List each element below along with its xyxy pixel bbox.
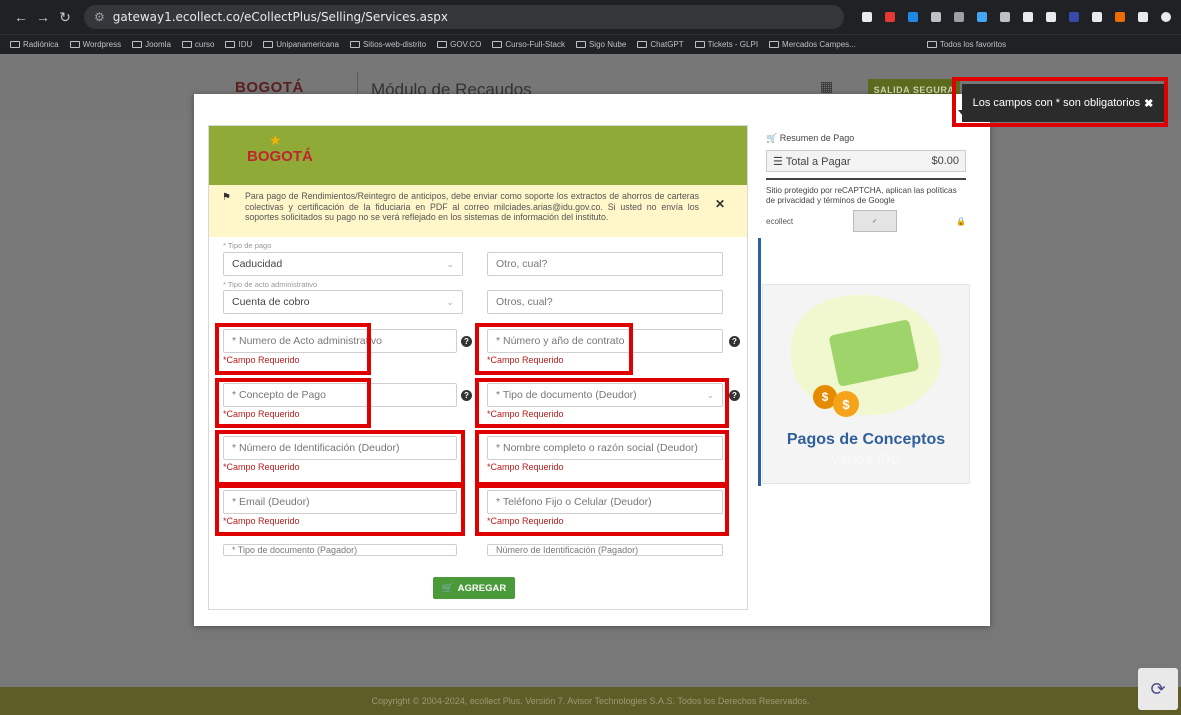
bookmark-item[interactable]: IDU xyxy=(225,40,252,49)
extension-icon[interactable] xyxy=(1092,12,1102,22)
highlight-box xyxy=(475,378,729,428)
footer: Copyright © 2004-2024, ecollect Plus. Ve… xyxy=(0,687,1181,715)
tipo-acto-label: * Tipo de acto administrativo xyxy=(223,280,318,289)
highlight-box xyxy=(215,378,371,428)
extension-icon[interactable] xyxy=(908,12,918,22)
url-text: gateway1.ecollect.co/eCollectPlus/Sellin… xyxy=(112,10,448,24)
bookmarks-bar: Radiónica Wordpress Joomla curso IDU Uni… xyxy=(0,34,1181,54)
otros-cual-input[interactable]: Otros, cual? xyxy=(487,290,723,314)
highlight-box xyxy=(215,323,371,375)
form-header: ★ BOGOTÁ xyxy=(209,126,747,185)
bogota-logo: BOGOTÁ xyxy=(247,148,313,165)
extensions-bar xyxy=(862,12,1171,22)
coin-icon: $ xyxy=(833,391,859,417)
star-icon[interactable] xyxy=(862,12,872,22)
promo-subtitle: varios IDU xyxy=(831,451,901,467)
highlight-box xyxy=(475,430,729,486)
trustwave-badge: ✓ xyxy=(852,210,897,232)
highlight-box xyxy=(952,77,1168,127)
otro-cual-input[interactable]: Otro, cual? xyxy=(487,252,723,276)
bookmark-item[interactable]: Wordpress xyxy=(69,40,121,49)
highlight-box xyxy=(475,323,633,375)
notice-alert: ⚑ Para pago de Rendimientos/Reintegro de… xyxy=(209,185,747,237)
divider xyxy=(766,178,966,180)
tipo-doc-pagador-select[interactable]: * Tipo de documento (Pagador) xyxy=(223,544,457,556)
ecollect-logo: ecollect xyxy=(766,216,794,226)
site-info-icon[interactable]: ⚙ xyxy=(94,10,105,24)
highlight-box xyxy=(475,484,729,536)
bookmark-item[interactable]: Radiónica xyxy=(10,40,59,49)
chevron-down-icon: ⌄ xyxy=(446,258,454,269)
num-id-pagador-input[interactable]: Número de Identificación (Pagador) xyxy=(487,544,723,556)
forward-icon[interactable]: → xyxy=(32,9,54,25)
help-icon[interactable]: ? xyxy=(729,336,740,347)
total-row: ☰ Total a Pagar $0.00 xyxy=(766,150,966,172)
highlight-box xyxy=(215,430,465,486)
total-label: ☰ Total a Pagar xyxy=(773,155,851,168)
close-icon[interactable]: ✕ xyxy=(715,198,725,209)
reload-icon[interactable]: ↻ xyxy=(54,9,76,26)
scrollbar[interactable] xyxy=(758,238,761,486)
bookmark-item[interactable]: curso xyxy=(181,40,214,49)
star-logo-icon: ★ xyxy=(269,132,282,148)
apps-grid-icon[interactable]: ▦ xyxy=(820,78,834,94)
promo-banner: $ $ Pagos de Conceptos varios IDU xyxy=(762,284,970,484)
profile-avatar[interactable] xyxy=(1161,12,1171,22)
tipo-acto-select[interactable]: Cuenta de cobro ⌄ xyxy=(223,290,463,314)
summary-title: 🛒 Resumen de Pago xyxy=(766,133,855,143)
bookmark-item[interactable]: Sigo Nube xyxy=(575,40,626,49)
bookmark-item[interactable]: Unipanamericana xyxy=(263,40,339,49)
bookmark-item[interactable]: Joomla xyxy=(132,40,171,49)
extension-icon[interactable] xyxy=(1000,12,1010,22)
help-icon[interactable]: ? xyxy=(461,390,472,401)
bookmark-item[interactable]: Tickets - GLPI xyxy=(694,40,758,49)
cart-icon: 🛒 xyxy=(766,133,778,143)
extension-icon[interactable] xyxy=(1115,12,1125,22)
payment-form: ★ BOGOTÁ ⚑ Para pago de Rendimientos/Rei… xyxy=(208,125,748,610)
total-value: $0.00 xyxy=(931,155,959,167)
promo-title: Pagos de Conceptos xyxy=(786,431,946,448)
help-icon[interactable]: ? xyxy=(461,336,472,347)
bookmark-item[interactable]: Curso-Full-Stack xyxy=(492,40,565,49)
address-bar[interactable]: ⚙ gateway1.ecollect.co/eCollectPlus/Sell… xyxy=(84,5,844,29)
tipo-pago-label: * Tipo de pago xyxy=(223,241,272,250)
extension-icon[interactable] xyxy=(1069,12,1079,22)
help-icon[interactable]: ? xyxy=(729,390,740,401)
bookmark-item[interactable]: ChatGPT xyxy=(637,40,684,49)
chevron-down-icon: ⌄ xyxy=(446,296,454,307)
bookmark-item[interactable]: GOV.CO xyxy=(437,40,481,49)
browser-toolbar: ← → ↻ ⚙ gateway1.ecollect.co/eCollectPlu… xyxy=(0,0,1181,34)
extension-icon[interactable] xyxy=(1023,12,1033,22)
secure-badge-icon: 🔒 xyxy=(956,216,966,226)
back-icon[interactable]: ← xyxy=(10,9,32,25)
flag-icon: ⚑ xyxy=(222,192,231,203)
extension-icon[interactable] xyxy=(931,12,941,22)
tipo-pago-select[interactable]: Caducidad ⌄ xyxy=(223,252,463,276)
extension-icon[interactable] xyxy=(954,12,964,22)
highlight-box xyxy=(215,484,465,536)
bookmark-item[interactable]: Todos los favoritos xyxy=(926,40,1006,49)
security-badges: ecollect ✓ 🔒 xyxy=(766,210,966,232)
extension-icon[interactable] xyxy=(1046,12,1056,22)
page: BOGOTÁ Módulo de Recaudos ▦ SALIDA SEGUR… xyxy=(0,54,1181,715)
add-button[interactable]: 🛒 AGREGAR xyxy=(433,577,515,599)
bookmark-item[interactable]: Mercados Campes... xyxy=(769,40,856,49)
recaptcha-badge[interactable]: ⟳ xyxy=(1138,668,1178,710)
payment-modal: ★ BOGOTÁ ⚑ Para pago de Rendimientos/Rei… xyxy=(194,94,990,626)
cart-icon: 🛒 xyxy=(441,582,454,594)
recaptcha-text: Sitio protegido por reCAPTCHA, aplican l… xyxy=(766,186,957,205)
bookmark-item[interactable]: Sitios-web-distrito xyxy=(349,40,426,49)
notice-text: Para pago de Rendimientos/Reintegro de a… xyxy=(245,191,699,222)
extension-icon[interactable] xyxy=(885,12,895,22)
extension-icon[interactable] xyxy=(977,12,987,22)
payment-summary: 🛒 Resumen de Pago ☰ Total a Pagar $0.00 … xyxy=(762,125,970,240)
extension-icon[interactable] xyxy=(1138,12,1148,22)
